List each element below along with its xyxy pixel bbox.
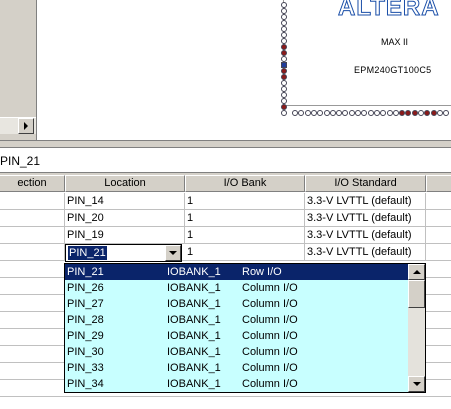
table-row[interactable]: PIN_14 1 3.3-V LVTTL (default) [0,193,451,210]
dropdown-option-pin-27[interactable]: PIN_27 IOBANK_1 Column I/O [65,296,408,312]
cell-direction [0,210,65,227]
header-io-bank[interactable]: I/O Bank [185,175,305,192]
option-type: Column I/O [242,346,298,358]
cell-io-bank: 1 [185,227,305,244]
option-bank: IOBANK_1 [167,266,221,278]
option-type: Column I/O [242,282,298,294]
node-name-text: PIN_21 [0,154,41,168]
pin-marker[interactable] [418,110,424,116]
pin-marker[interactable] [310,110,317,116]
cell-io-standard[interactable]: 3.3-V LVTTL (default) [305,227,426,244]
cell-location[interactable]: PIN_19 [65,227,185,244]
dropdown-option-pin-28[interactable]: PIN_28 IOBANK_1 Column I/O [65,312,408,328]
option-bank: IOBANK_1 [167,362,221,374]
chip-family-label: MAX II [381,37,409,47]
pin-marker[interactable] [348,110,355,116]
arrow-right-icon [24,122,28,130]
scroll-up-button[interactable] [408,264,425,280]
scrollbar-thumb[interactable] [408,280,425,308]
scroll-right-button[interactable] [18,118,34,134]
dropdown-scrollbar[interactable] [408,264,425,392]
dropdown-option-pin-21[interactable]: PIN_21 IOBANK_1 Row I/O [65,264,408,280]
location-combobox[interactable]: PIN_21 [65,244,182,262]
option-bank: IOBANK_1 [167,298,221,310]
pin-marker[interactable] [281,110,287,116]
arrow-up-icon [412,270,421,274]
node-name-bar[interactable]: PIN_21 [0,147,451,173]
dropdown-option-pin-33[interactable]: PIN_33 IOBANK_1 Column I/O [65,360,408,376]
cell-location[interactable]: PIN_20 [65,210,185,227]
pin-marker[interactable] [411,110,418,116]
option-pin: PIN_33 [67,362,104,374]
pin-marker[interactable] [392,110,399,116]
header-location[interactable]: Location [65,175,185,192]
pin-marker[interactable] [355,110,361,116]
pin-marker[interactable] [329,110,336,116]
chip-part-number: EPM240GT100C5 [354,65,432,75]
vendor-logo: ALTERA [338,0,440,22]
option-pin: PIN_29 [67,330,104,342]
option-pin: PIN_28 [67,314,104,326]
pin-assignment-table: ection Location I/O Bank I/O Standard PI… [0,175,451,409]
pin-marker[interactable] [386,110,393,116]
cell-io-bank: 1 [185,210,305,227]
dropdown-option-pin-26[interactable]: PIN_26 IOBANK_1 Column I/O [65,280,408,296]
option-bank: IOBANK_1 [167,346,221,358]
option-bank: IOBANK_1 [167,314,221,326]
option-type: Column I/O [242,298,298,310]
cell-direction [0,193,65,210]
cell-io-bank: 1 [185,244,305,261]
option-pin: PIN_26 [67,282,104,294]
option-type: Column I/O [242,330,298,342]
pin-marker[interactable] [304,110,311,116]
header-extra [426,175,451,192]
location-combobox-value[interactable]: PIN_21 [68,246,107,260]
option-bank: IOBANK_1 [167,282,221,294]
arrow-down-icon [412,382,421,386]
option-type: Column I/O [242,314,298,326]
option-bank: IOBANK_1 [167,378,221,390]
pin-marker[interactable] [436,110,443,116]
option-bank: IOBANK_1 [167,330,221,342]
dropdown-option-pin-30[interactable]: PIN_30 IOBANK_1 Column I/O [65,344,408,360]
table-row[interactable]: PIN_19 1 3.3-V LVTTL (default) [0,227,451,244]
pin-marker[interactable] [323,110,330,116]
dropdown-option-pin-29[interactable]: PIN_29 IOBANK_1 Column I/O [65,328,408,344]
option-type: Column I/O [242,378,298,390]
pin-marker[interactable] [292,110,298,116]
option-pin: PIN_21 [67,266,104,278]
combobox-dropdown-button[interactable] [165,245,181,261]
cell-io-bank: 1 [185,193,305,210]
dropdown-option-pin-34[interactable]: PIN_34 IOBANK_1 Column I/O [65,376,408,392]
cell-direction [0,227,65,244]
scroll-down-button[interactable] [408,376,425,392]
cell-io-standard[interactable]: 3.3-V LVTTL (default) [305,244,426,261]
cell-location[interactable]: PIN_14 [65,193,185,210]
table-row[interactable]: PIN_20 1 3.3-V LVTTL (default) [0,210,451,227]
option-type: Row I/O [242,266,282,278]
cell-direction [0,244,65,261]
chevron-down-icon [169,251,177,255]
option-type: Column I/O [242,362,298,374]
cell-io-standard[interactable]: 3.3-V LVTTL (default) [305,210,426,227]
location-dropdown-list[interactable]: PIN_21 IOBANK_1 Row I/O PIN_26 IOBANK_1 … [64,263,426,393]
header-io-standard[interactable]: I/O Standard [305,175,426,192]
pin-marker[interactable] [367,110,374,116]
pin-marker[interactable] [430,110,437,116]
cell-io-standard[interactable]: 3.3-V LVTTL (default) [305,193,426,210]
pin-marker[interactable] [373,110,380,116]
option-pin: PIN_30 [67,346,104,358]
header-direction[interactable]: ection [0,175,65,192]
option-pin: PIN_34 [67,378,104,390]
option-pin: PIN_27 [67,298,104,310]
